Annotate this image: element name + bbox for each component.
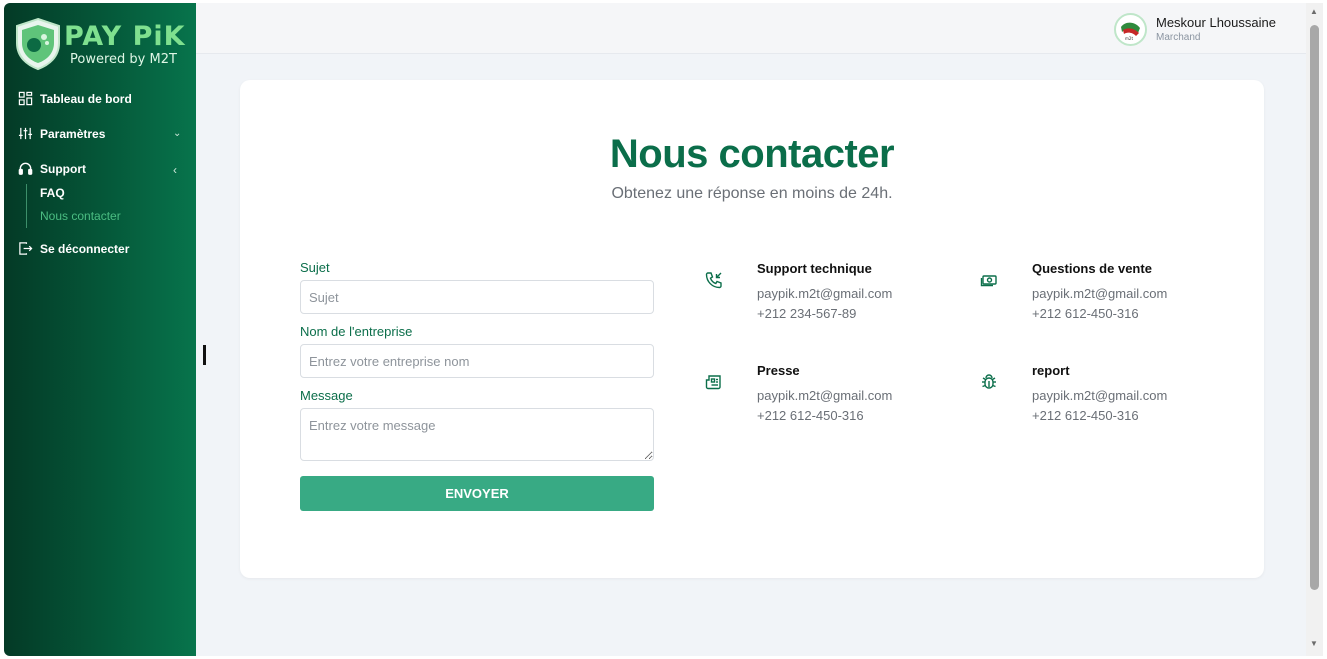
vertical-scrollbar[interactable]: ▲ ▼: [1306, 3, 1323, 656]
sidebar-subitem-faq[interactable]: FAQ: [40, 186, 65, 200]
shield-logo-icon: [16, 17, 60, 71]
sliders-icon: [18, 127, 33, 140]
company-label: Nom de l'entreprise: [300, 324, 413, 339]
headphones-icon: [18, 162, 33, 175]
contact-sales: Questions de vente paypik.m2t@gmail.com …: [980, 261, 1210, 331]
sidebar-item-support[interactable]: Support: [18, 161, 86, 176]
contact-phone[interactable]: +212 612-450-316: [1032, 306, 1139, 321]
chevron-down-icon[interactable]: ⌄: [173, 128, 181, 139]
sidebar-item-label: Support: [40, 161, 86, 176]
chevron-left-icon[interactable]: ‹: [173, 163, 177, 177]
subject-label: Sujet: [300, 260, 330, 275]
company-input[interactable]: [300, 344, 654, 378]
sidebar-item-label: Se déconnecter: [40, 241, 130, 256]
subnav-divider: [26, 184, 27, 228]
grid-icon: [18, 91, 33, 106]
sidebar-subitem-contact[interactable]: Nous contacter: [40, 209, 121, 223]
contact-press: Presse paypik.m2t@gmail.com +212 612-450…: [705, 363, 935, 433]
contact-email[interactable]: paypik.m2t@gmail.com: [1032, 286, 1167, 301]
scroll-up-arrow-icon[interactable]: ▲: [1310, 7, 1318, 16]
scroll-down-arrow-icon[interactable]: ▼: [1310, 639, 1318, 648]
contact-email[interactable]: paypik.m2t@gmail.com: [757, 388, 892, 403]
contact-email[interactable]: paypik.m2t@gmail.com: [1032, 388, 1167, 403]
contact-title: Questions de vente: [1032, 261, 1152, 276]
contact-title: report: [1032, 363, 1070, 378]
sidebar-item-label: Paramètres: [40, 126, 106, 141]
message-label: Message: [300, 388, 353, 403]
cash-icon: [980, 275, 997, 287]
user-name: Meskour Lhoussaine: [1156, 15, 1276, 30]
sidebar-item-dashboard[interactable]: Tableau de bord: [18, 91, 132, 106]
message-textarea[interactable]: [300, 408, 654, 461]
svg-text:m2t: m2t: [1125, 36, 1133, 41]
contact-email[interactable]: paypik.m2t@gmail.com: [757, 286, 892, 301]
contact-title: Presse: [757, 363, 800, 378]
phone-incoming-icon: [705, 272, 722, 289]
app-frame: PAY PiK Powered by M2T Tableau de bord P…: [4, 3, 1306, 656]
contact-phone[interactable]: +212 612-450-316: [757, 408, 864, 423]
avatar-logo-icon: m2t: [1117, 16, 1144, 43]
contact-report: report paypik.m2t@gmail.com +212 612-450…: [980, 363, 1210, 433]
scrollbar-thumb[interactable]: [1310, 25, 1319, 590]
contact-support: Support technique paypik.m2t@gmail.com +…: [705, 261, 935, 331]
sidebar-resize-handle[interactable]: [203, 345, 206, 365]
contact-title: Support technique: [757, 261, 872, 276]
brand-name: PAY PiK: [64, 21, 186, 52]
bug-icon: [982, 374, 996, 389]
top-bar: m2t Meskour Lhoussaine Marchand: [196, 3, 1306, 54]
subject-input[interactable]: [300, 280, 654, 314]
powered-by-text: Powered by M2T: [70, 52, 177, 67]
submit-button[interactable]: ENVOYER: [300, 476, 654, 511]
brand-logo[interactable]: PAY PiK Powered by M2T: [14, 17, 189, 73]
avatar[interactable]: m2t: [1114, 13, 1147, 46]
page-subtitle: Obtenez une réponse en moins de 24h.: [611, 185, 893, 202]
contact-card: Nous contacter Obtenez une réponse en mo…: [240, 80, 1264, 578]
sidebar-item-settings[interactable]: Paramètres: [18, 126, 105, 141]
user-role: Marchand: [1156, 32, 1201, 43]
page-title: Nous contacter: [609, 132, 895, 176]
sidebar-item-logout[interactable]: Se déconnecter: [18, 241, 129, 256]
sidebar: PAY PiK Powered by M2T Tableau de bord P…: [4, 3, 196, 656]
contact-phone[interactable]: +212 234-567-89: [757, 306, 856, 321]
contact-phone[interactable]: +212 612-450-316: [1032, 408, 1139, 423]
logout-icon: [19, 242, 33, 255]
sidebar-item-label: Tableau de bord: [40, 91, 132, 106]
newspaper-icon: [705, 375, 721, 390]
